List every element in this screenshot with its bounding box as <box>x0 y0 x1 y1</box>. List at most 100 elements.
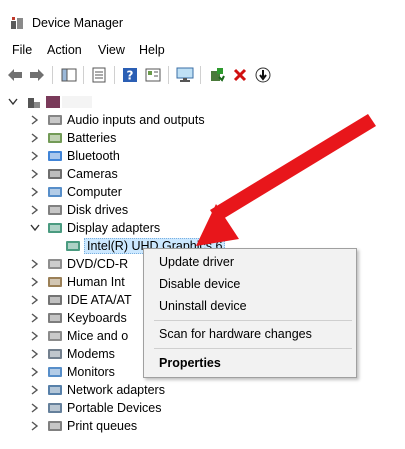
toolbar: ? <box>0 62 405 88</box>
toolbar-divider <box>52 66 53 84</box>
tree-item-label: Monitors <box>67 365 115 379</box>
mouse-icon <box>47 328 63 344</box>
tree-item-label: Computer <box>67 185 122 199</box>
tree-item[interactable]: Portable Devices <box>0 399 400 417</box>
tree-item-label: Cameras <box>67 167 118 181</box>
tree-item[interactable]: Bluetooth <box>0 147 400 165</box>
menu-scan-hardware[interactable]: Scan for hardware changes <box>159 327 312 341</box>
tree-item-label: Batteries <box>67 131 117 145</box>
properties-icon[interactable] <box>90 66 108 84</box>
menu-disable-device[interactable]: Disable device <box>159 277 240 291</box>
tree-item-label: Network adapters <box>67 383 165 397</box>
tree-item[interactable]: Computer <box>0 183 400 201</box>
toolbar-divider <box>168 66 169 84</box>
title-bar: Device Manager <box>0 0 405 40</box>
tree-item[interactable]: Print queues <box>0 417 400 435</box>
display-adapter-icon <box>65 238 81 254</box>
chevron-right-icon[interactable] <box>30 114 40 126</box>
tree-root[interactable] <box>0 93 400 111</box>
menu-file[interactable]: File <box>12 43 32 57</box>
portable-device-icon <box>47 400 63 416</box>
tree-item-label: Display adapters <box>67 221 161 235</box>
modem-icon <box>47 346 63 362</box>
menu-uninstall-device[interactable]: Uninstall device <box>159 299 247 313</box>
tree-item-label: Portable Devices <box>67 401 162 415</box>
tree-item-label: IDE ATA/AT <box>67 293 132 307</box>
chevron-right-icon[interactable] <box>30 276 40 288</box>
menu-update-driver[interactable]: Update driver <box>159 255 234 269</box>
chevron-right-icon[interactable] <box>30 312 40 324</box>
speaker-icon <box>47 112 63 128</box>
hid-icon <box>47 274 63 290</box>
context-menu: Update driver Disable device Uninstall d… <box>143 248 357 378</box>
tree-item-label: DVD/CD-R <box>67 257 129 271</box>
menu-help[interactable]: Help <box>139 43 165 57</box>
svg-text:?: ? <box>127 69 134 83</box>
tree-item-label: Mice and o <box>67 329 129 343</box>
display-adapter-icon <box>47 220 63 236</box>
chevron-right-icon[interactable] <box>30 366 40 378</box>
tree-item-label: Keyboards <box>67 311 127 325</box>
toolbar-divider <box>83 66 84 84</box>
computer-root-icon <box>26 94 42 110</box>
chevron-right-icon[interactable] <box>30 402 40 414</box>
tree-item[interactable]: Display adapters <box>0 219 400 237</box>
menu-action[interactable]: Action <box>47 43 82 57</box>
tree-item-label: Disk drives <box>67 203 129 217</box>
dvd-icon <box>47 256 63 272</box>
update-driver-icon[interactable] <box>208 66 226 84</box>
chevron-down-icon[interactable] <box>30 222 40 234</box>
ide-icon <box>47 292 63 308</box>
chevron-right-icon[interactable] <box>30 150 40 162</box>
chevron-right-icon[interactable] <box>30 132 40 144</box>
menu-view[interactable]: View <box>98 43 125 57</box>
bluetooth-icon <box>47 148 63 164</box>
tree-item[interactable]: Cameras <box>0 165 400 183</box>
network-adapter-icon <box>47 382 63 398</box>
chevron-down-icon[interactable] <box>8 96 18 108</box>
root-name-redacted <box>62 96 92 108</box>
chevron-right-icon[interactable] <box>30 168 40 180</box>
battery-icon <box>47 130 63 146</box>
show-hide-tree-icon[interactable] <box>60 66 78 84</box>
disable-icon[interactable] <box>254 66 272 84</box>
tree-item[interactable]: Batteries <box>0 129 400 147</box>
tree-item-label: Human Int <box>67 275 125 289</box>
disk-drive-icon <box>47 202 63 218</box>
tree-item[interactable]: Disk drives <box>0 201 400 219</box>
tree-item-label: Bluetooth <box>67 149 120 163</box>
chevron-right-icon[interactable] <box>30 330 40 342</box>
chevron-right-icon[interactable] <box>30 186 40 198</box>
window-title: Device Manager <box>32 16 124 30</box>
help-icon[interactable]: ? <box>121 66 139 84</box>
chevron-right-icon[interactable] <box>30 204 40 216</box>
chevron-right-icon[interactable] <box>30 258 40 270</box>
uninstall-icon[interactable] <box>231 66 249 84</box>
action-pane-icon[interactable] <box>144 66 162 84</box>
tree-item-label: Audio inputs and outputs <box>67 113 205 127</box>
menu-separator <box>154 348 352 349</box>
menu-properties[interactable]: Properties <box>159 356 221 370</box>
toolbar-divider <box>200 66 201 84</box>
tree-item[interactable]: Audio inputs and outputs <box>0 111 400 129</box>
monitor-icon <box>47 364 63 380</box>
chevron-right-icon[interactable] <box>30 294 40 306</box>
menu-bar: File Action View Help <box>0 41 405 61</box>
printer-icon <box>47 418 63 434</box>
keyboard-icon <box>47 310 63 326</box>
chevron-right-icon[interactable] <box>30 384 40 396</box>
toolbar-divider <box>114 66 115 84</box>
tree-item-label: Modems <box>67 347 115 361</box>
menu-separator <box>154 320 352 321</box>
tree-item-label: Print queues <box>67 419 138 433</box>
device-manager-icon <box>10 16 24 30</box>
back-icon[interactable] <box>6 66 24 84</box>
tree-item[interactable]: Network adapters <box>0 381 400 399</box>
chevron-right-icon[interactable] <box>30 348 40 360</box>
camera-icon <box>47 166 63 182</box>
monitor-icon[interactable] <box>176 66 194 84</box>
computer-icon <box>47 184 63 200</box>
forward-icon[interactable] <box>28 66 46 84</box>
root-name-redacted <box>46 96 60 108</box>
chevron-right-icon[interactable] <box>30 420 40 432</box>
